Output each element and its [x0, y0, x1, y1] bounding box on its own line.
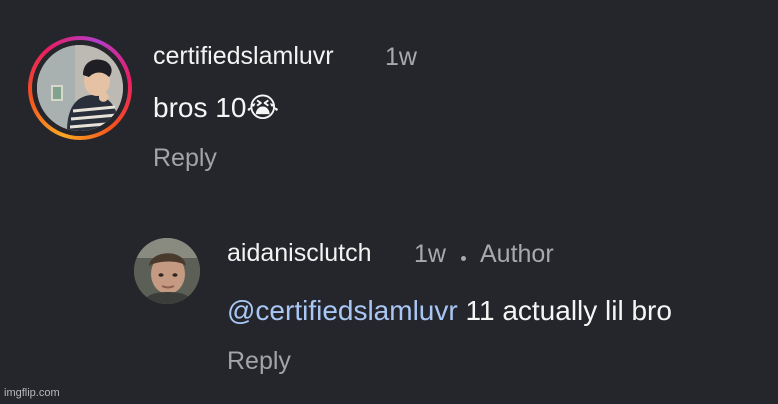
avatar-illustration	[37, 45, 123, 131]
comment-timestamp: 1w	[385, 43, 417, 71]
reply-button[interactable]: Reply	[153, 144, 217, 173]
comment-body: bros 10	[153, 92, 247, 123]
avatar-certifiedslamluvr[interactable]	[37, 45, 123, 131]
reply-text: @certifiedslamluvr 11 actually lil bro	[227, 295, 672, 327]
avatar-photo	[134, 238, 200, 304]
comment-text: bros 10😭	[153, 91, 279, 124]
author-badge: Author	[480, 240, 554, 268]
reply-username[interactable]: aidanisclutch	[227, 239, 372, 268]
reply-body: 11 actually lil bro	[457, 295, 672, 326]
comment-username[interactable]: certifiedslamluvr	[153, 42, 334, 71]
mention-link[interactable]: @certifiedslamluvr	[227, 295, 458, 326]
loudly-crying-face-icon: 😭	[246, 92, 280, 123]
reply-reply-button[interactable]: Reply	[227, 347, 291, 376]
reply-timestamp: 1w	[414, 240, 446, 268]
watermark: imgflip.com	[4, 387, 60, 399]
separator-dot	[461, 256, 466, 261]
avatar-aidanisclutch[interactable]	[134, 238, 200, 304]
